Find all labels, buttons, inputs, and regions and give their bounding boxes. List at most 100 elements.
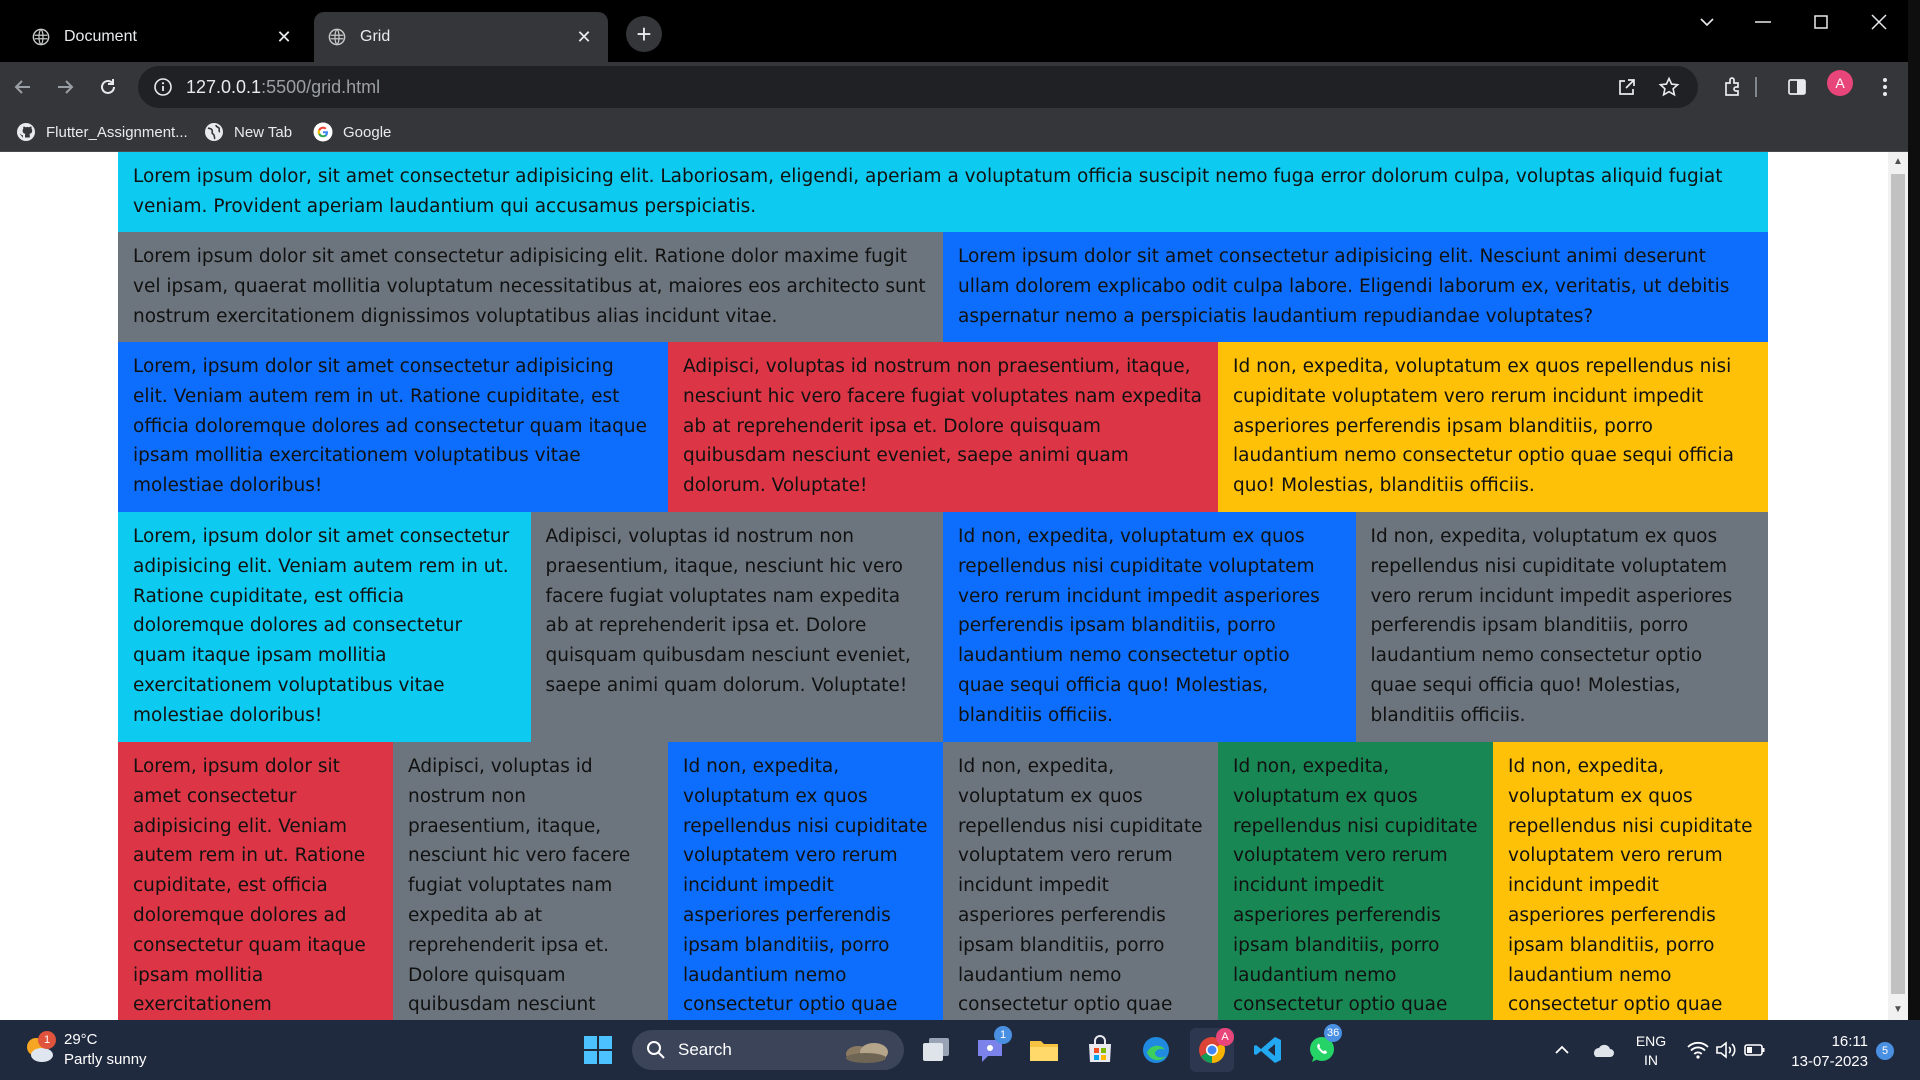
grid-cell-gray: Adipisci, voluptas id nostrum non praese…: [393, 742, 668, 1020]
language-code: ENG: [1635, 1033, 1667, 1049]
tab-title: Grid: [360, 28, 391, 45]
bookmark-new-tab[interactable]: New Tab: [204, 118, 292, 146]
google-icon: [313, 122, 333, 142]
tab-document[interactable]: Document ✕: [18, 12, 308, 62]
profile-avatar[interactable]: A: [1827, 70, 1853, 96]
bookmark-label: Google: [343, 123, 392, 141]
new-tab-button[interactable]: +: [626, 16, 662, 52]
task-view-icon[interactable]: [914, 1028, 958, 1072]
tab-grid[interactable]: Grid ✕: [314, 12, 608, 62]
bookmarks-bar: Flutter_Assignment... New Tab Google: [0, 112, 1908, 152]
close-tab-icon[interactable]: ✕: [574, 27, 594, 47]
grid-cell-blue: Lorem ipsum dolor sit amet consectetur a…: [943, 232, 1768, 342]
share-icon[interactable]: [1614, 74, 1640, 100]
grid-cell-text: Id non, expedita, voluptatum ex quos rep…: [683, 756, 928, 1016]
close-window-icon[interactable]: [1854, 8, 1904, 36]
github-icon: [17, 123, 35, 141]
grid-cell-text: Id non, expedita, voluptatum ex quos rep…: [1370, 526, 1733, 726]
extensions-icon[interactable]: [1718, 72, 1748, 102]
grid-cell-text: Lorem ipsum dolor sit amet consectetur a…: [958, 246, 1730, 327]
teams-badge: 1: [994, 1026, 1012, 1044]
weather-widget[interactable]: 1 29°C Partly sunny: [22, 1028, 147, 1072]
file-explorer-icon[interactable]: [1022, 1028, 1066, 1072]
weather-temp: 29°C: [64, 1031, 98, 1048]
grid-cell-text: Lorem, ipsum dolor sit amet consectetur …: [133, 756, 366, 1016]
globe-icon: [328, 28, 346, 46]
grid-cell-text: Adipisci, voluptas id nostrum non praese…: [545, 526, 911, 696]
forward-icon[interactable]: [50, 72, 80, 102]
partly-sunny-icon: 1: [22, 1031, 56, 1067]
grid-row-5: Lorem, ipsum dolor sit amet consectetur …: [118, 742, 1768, 1020]
onedrive-cloud-icon[interactable]: [1586, 1028, 1618, 1072]
window-edge: [1908, 0, 1920, 1020]
whatsapp-badge: 36: [1324, 1024, 1343, 1042]
grid-cell-cyan: Lorem, ipsum dolor sit amet consectetur …: [118, 512, 531, 742]
bookmark-star-icon[interactable]: [1656, 74, 1682, 100]
teams-chat-icon[interactable]: 1: [968, 1026, 1012, 1072]
grid-cell-yellow: Id non, expedita, voluptatum ex quos rep…: [1493, 742, 1768, 1020]
search-icon: [647, 1041, 665, 1059]
browser-toolbar: 127.0.0.1:5500/grid.html: [0, 62, 1908, 112]
chrome-icon[interactable]: A: [1190, 1028, 1234, 1072]
maximize-icon[interactable]: [1796, 8, 1846, 36]
bookmark-label: New Tab: [234, 123, 293, 141]
grid-cell-text: Lorem, ipsum dolor sit amet consectetur …: [133, 526, 510, 726]
clock-time: 16:11: [1831, 1033, 1868, 1050]
grid-cell-text: Id non, expedita, voluptatum ex quos rep…: [958, 526, 1320, 726]
grid-cell-text: Adipisci, voluptas id nostrum non praese…: [408, 756, 631, 1016]
battery-icon[interactable]: [1740, 1028, 1770, 1072]
grid-cell-gray: Id non, expedita, voluptatum ex quos rep…: [943, 742, 1218, 1020]
address-bar[interactable]: 127.0.0.1:5500/grid.html: [138, 66, 1698, 108]
grid-cell-blue: Lorem, ipsum dolor sit amet consectetur …: [118, 342, 668, 512]
grid-container: Lorem ipsum dolor, sit amet consectetur …: [118, 152, 1768, 1020]
grid-cell-blue: Id non, expedita, voluptatum ex quos rep…: [668, 742, 943, 1020]
whatsapp-icon[interactable]: 36: [1300, 1024, 1344, 1072]
search-highlight-icon: [846, 1043, 888, 1063]
grid-row-4: Lorem, ipsum dolor sit amet consectetur …: [118, 512, 1768, 742]
grid-cell-text: Lorem ipsum dolor sit amet consectetur a…: [133, 246, 926, 327]
bookmark-label: Flutter_Assignment...: [46, 123, 188, 141]
scrollbar-thumb[interactable]: [1891, 174, 1905, 994]
system-clock[interactable]: 16:11 13-07-2023: [1784, 1032, 1868, 1072]
bookmark-flutter-assignment[interactable]: Flutter_Assignment...: [16, 118, 188, 146]
side-panel-icon[interactable]: [1782, 72, 1812, 102]
taskbar-search[interactable]: Search: [632, 1030, 904, 1070]
grid-cell-text: Id non, expedita, voluptatum ex quos rep…: [1508, 756, 1753, 1016]
vertical-scrollbar[interactable]: ▲ ▼: [1888, 152, 1908, 1020]
grid-cell-cyan: Lorem ipsum dolor, sit amet consectetur …: [118, 152, 1768, 232]
show-hidden-icons-chevron-icon[interactable]: [1548, 1028, 1576, 1072]
tab-strip: Document ✕ Grid ✕ +: [0, 0, 1908, 62]
menu-kebab-icon[interactable]: [1870, 72, 1900, 102]
reload-icon[interactable]: [93, 72, 123, 102]
wifi-icon[interactable]: [1684, 1028, 1712, 1072]
weather-text: 29°C Partly sunny: [64, 1030, 147, 1070]
input-language[interactable]: ENG IN: [1634, 1032, 1668, 1070]
tab-search-chevron-icon[interactable]: [1682, 8, 1732, 36]
grid-cell-gray: Adipisci, voluptas id nostrum non praese…: [530, 512, 943, 742]
scroll-up-arrow-icon[interactable]: ▲: [1892, 156, 1904, 168]
url-text: 127.0.0.1:5500/grid.html: [186, 77, 380, 98]
microsoft-store-icon[interactable]: [1078, 1028, 1122, 1072]
close-tab-icon[interactable]: ✕: [274, 27, 294, 47]
globe-icon: [205, 123, 223, 141]
weather-condition: Partly sunny: [64, 1051, 147, 1068]
taskbar: 1 29°C Partly sunny Search 1 A 36 ENG IN…: [0, 1020, 1920, 1080]
tab-title: Document: [64, 28, 137, 45]
scroll-down-arrow-icon[interactable]: ▼: [1892, 1004, 1904, 1016]
browser-window: Document ✕ Grid ✕ + 127.0.0.1:5500/grid.…: [0, 0, 1908, 1020]
start-button[interactable]: [576, 1028, 620, 1072]
bookmark-google[interactable]: Google: [313, 118, 391, 146]
vscode-icon[interactable]: [1246, 1028, 1290, 1072]
back-icon[interactable]: [8, 72, 38, 102]
url-host: 127.0.0.1: [186, 76, 262, 97]
page-viewport: Lorem ipsum dolor, sit amet consectetur …: [0, 152, 1888, 1020]
edge-browser-icon[interactable]: [1134, 1028, 1178, 1072]
chrome-profile-badge: A: [1216, 1028, 1234, 1046]
volume-icon[interactable]: [1712, 1028, 1740, 1072]
region-code: IN: [1644, 1052, 1658, 1068]
notification-count-badge[interactable]: 5: [1876, 1042, 1894, 1060]
grid-row-2: Lorem ipsum dolor sit amet consectetur a…: [118, 232, 1768, 342]
minimize-icon[interactable]: [1738, 8, 1788, 36]
site-info-icon[interactable]: [150, 74, 176, 100]
grid-cell-red: Lorem, ipsum dolor sit amet consectetur …: [118, 742, 393, 1020]
